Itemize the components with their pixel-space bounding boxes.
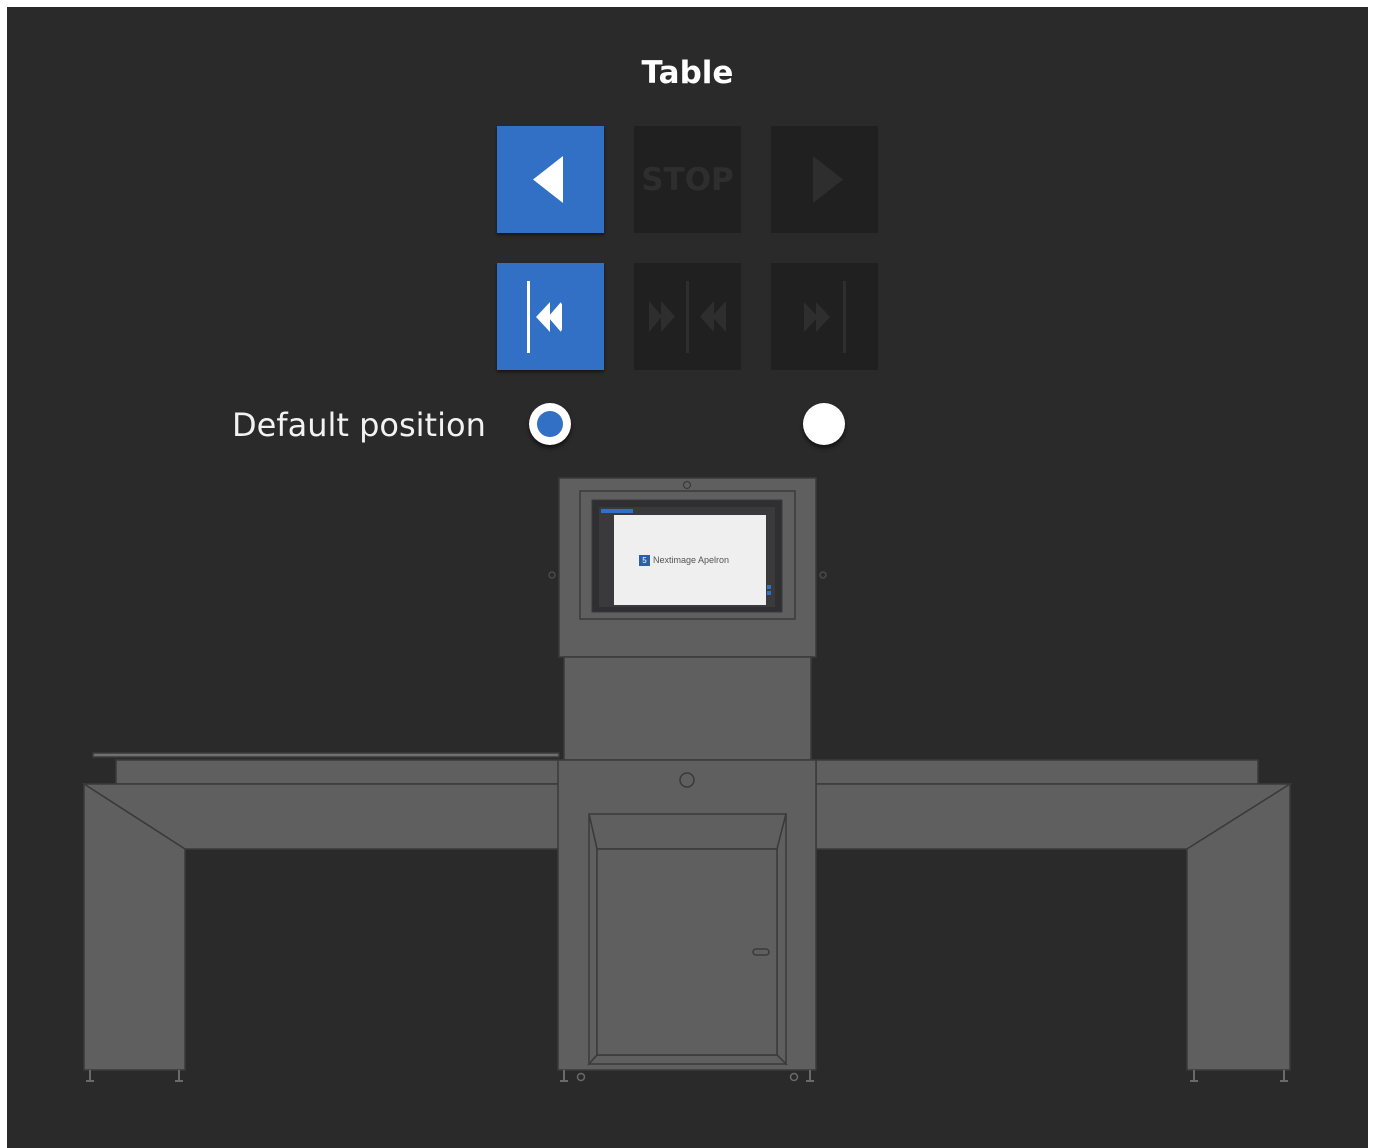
machine-illustration xyxy=(81,477,1293,1082)
table-panel: Table STOP Default position 5 Nextimage … xyxy=(7,7,1368,1148)
brand-text: Nextimage Apelron xyxy=(653,555,730,565)
brand-badge: 5 xyxy=(639,554,650,566)
machine-screen-logo: 5 Nextimage Apelron xyxy=(639,554,729,566)
